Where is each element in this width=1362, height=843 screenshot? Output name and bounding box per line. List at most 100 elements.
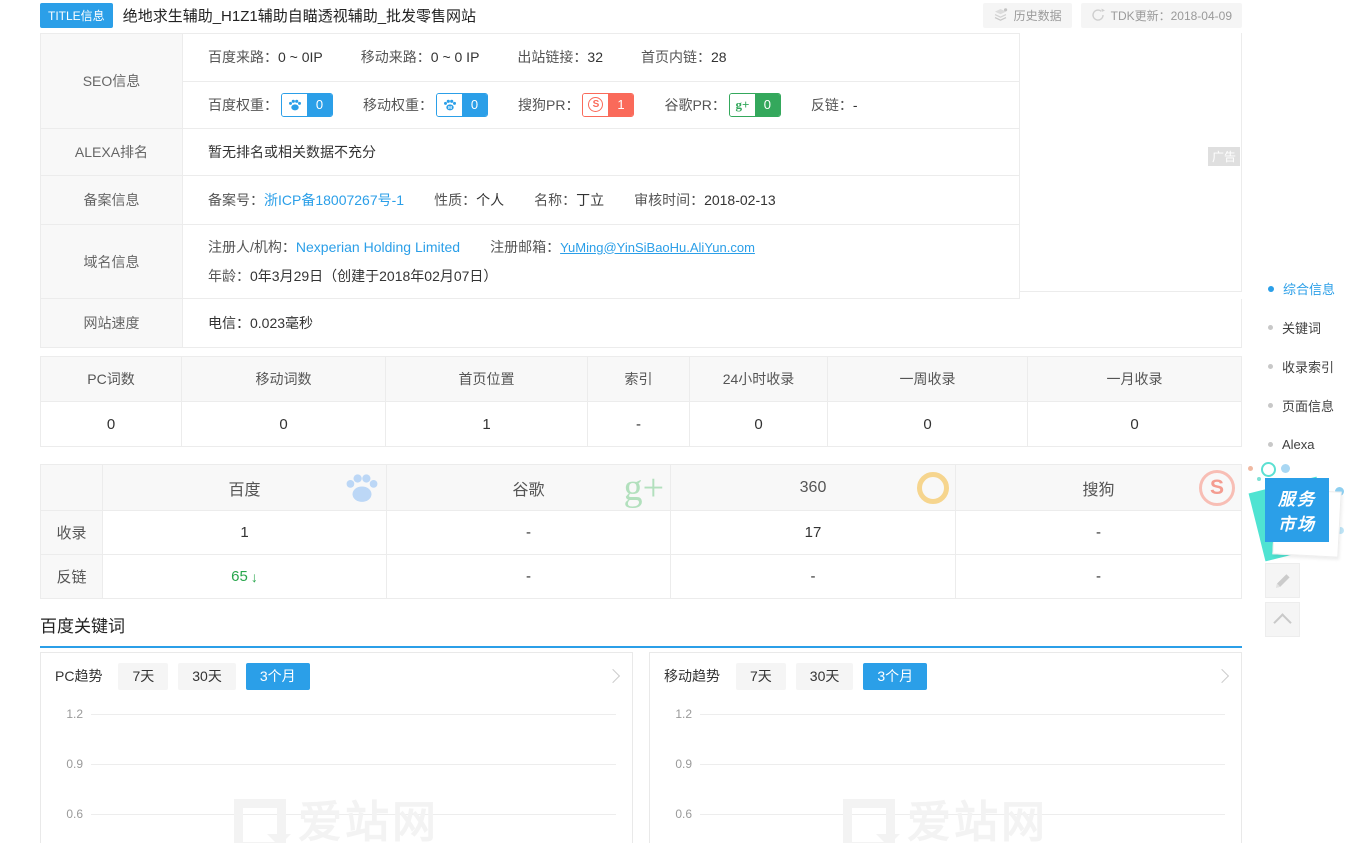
seo-info-row: SEO信息 百度来路： 0 ~ 0 IP 移动来路： 0 ~ 0 IP <box>41 34 1019 129</box>
baidu-traffic: 百度来路： 0 ~ 0 IP <box>208 47 323 67</box>
dot-icon <box>1268 442 1273 447</box>
site-speed-content: 电信：0.023毫秒 <box>183 299 1241 347</box>
ad-slot: 广告 <box>1020 33 1242 292</box>
title-bar: TITLE信息 绝地求生辅助_H1Z1辅助自瞄透视辅助_批发零售网站 历史数据 <box>40 2 1242 28</box>
tdk-update-label: TDK更新：2018-04-09 <box>1111 7 1232 24</box>
service-market-badge[interactable]: 服务 市场 <box>1256 472 1352 568</box>
stats-value-cell: 0 <box>690 402 828 446</box>
google-pr: 谷歌PR： g+ 0 <box>664 93 780 117</box>
pc-trend-label: PC趋势 <box>55 666 102 686</box>
watermark: 爱站网 <box>650 793 1241 843</box>
chevron-right-icon[interactable] <box>1215 669 1229 683</box>
tdk-update-button[interactable]: TDK更新：2018-04-09 <box>1081 3 1242 28</box>
alexa-text: 暂无排名或相关数据不充分 <box>208 142 376 162</box>
shoulu-baidu[interactable]: 1 <box>103 511 387 555</box>
sogou-pr-badge[interactable]: S 1 <box>582 93 634 117</box>
nav-item-index[interactable]: 收录索引 <box>1268 356 1335 377</box>
shoulu-sogou: - <box>956 511 1241 555</box>
stats-header-cell: PC词数 <box>41 357 182 402</box>
baidu-paw-icon <box>282 94 307 116</box>
y-tick: 0.9 <box>51 757 83 771</box>
engines-corner-cell <box>41 465 103 511</box>
baidu-weight-badge[interactable]: 0 <box>281 93 333 117</box>
feedback-button[interactable] <box>1265 563 1300 598</box>
pc-tab-7d[interactable]: 7天 <box>118 663 168 690</box>
pc-tab-30d[interactable]: 30天 <box>178 663 236 690</box>
alexa-content: 暂无排名或相关数据不充分 <box>183 129 1019 175</box>
registrant-email-link[interactable]: YuMing@YinSiBaoHu.AliYun.com <box>560 240 755 255</box>
domain-label: 域名信息 <box>41 225 183 298</box>
mobile-trend-chart: 1.2 0.9 0.6 0.3 爱站网 <box>650 699 1241 843</box>
homepage-inlinks: 首页内链： 28 <box>641 47 727 67</box>
y-tick: 0.9 <box>660 757 692 771</box>
site-info-table: SEO信息 百度来路： 0 ~ 0 IP 移动来路： 0 ~ 0 IP <box>40 33 1242 348</box>
mobile-trend-head: 移动趋势 7天 30天 3个月 <box>650 653 1241 699</box>
nav-item-keywords[interactable]: 关键词 <box>1268 317 1335 338</box>
mobile-trend-label: 移动趋势 <box>664 666 720 686</box>
alexa-label: ALEXA排名 <box>41 129 183 175</box>
icp-nature: 性质： 个人 <box>434 190 504 210</box>
icp-name: 名称： 丁立 <box>534 190 604 210</box>
main-column: TITLE信息 绝地求生辅助_H1Z1辅助自瞄透视辅助_批发零售网站 历史数据 <box>40 0 1242 843</box>
history-data-label: 历史数据 <box>1014 7 1062 24</box>
gridline <box>91 714 616 715</box>
google-plus-icon: g+ <box>730 94 755 116</box>
icp-review-time: 审核时间： 2018-02-13 <box>634 190 776 210</box>
icp-content: 备案号： 浙ICP备18007267号-1 性质： 个人 名称： 丁立 审核 <box>183 176 1019 224</box>
y-tick: 1.2 <box>51 707 83 721</box>
mobile-tab-30d[interactable]: 30天 <box>796 663 854 690</box>
engine-header-sogou: 搜狗 S <box>956 465 1241 511</box>
icp-number-link[interactable]: 浙ICP备18007267号-1 <box>264 190 404 210</box>
page-title: 绝地求生辅助_H1Z1辅助自瞄透视辅助_批发零售网站 <box>123 5 476 26</box>
icp-number: 备案号： 浙ICP备18007267号-1 <box>208 190 404 210</box>
backlinks: 反链： - <box>811 95 858 115</box>
nav-item-alexa[interactable]: Alexa <box>1268 434 1335 455</box>
stats-header-cell: 一周收录 <box>828 357 1028 402</box>
registrant: 注册人/机构： Nexperian Holding Limited <box>208 237 460 257</box>
registrant-link[interactable]: Nexperian Holding Limited <box>296 239 460 255</box>
google-pr-badge[interactable]: g+ 0 <box>729 93 781 117</box>
domain-content: 注册人/机构： Nexperian Holding Limited 注册邮箱： … <box>183 225 1019 298</box>
site-speed-text: 电信：0.023毫秒 <box>208 313 313 333</box>
watermark: 爱站网 <box>41 793 632 843</box>
y-tick: 1.2 <box>660 707 692 721</box>
mobile-weight-badge[interactable]: M 0 <box>436 93 488 117</box>
history-data-button[interactable]: 历史数据 <box>983 3 1072 28</box>
pc-trend-head: PC趋势 7天 30天 3个月 <box>41 653 632 699</box>
deco-dot <box>1248 466 1253 471</box>
mobile-tab-3m[interactable]: 3个月 <box>863 663 927 690</box>
domain-age: 年龄： 0年3月29日（创建于2018年02月07日） <box>208 266 497 286</box>
nav-item-pageinfo[interactable]: 页面信息 <box>1268 395 1335 416</box>
qihoo360-icon-large <box>917 472 949 504</box>
mobile-tab-7d[interactable]: 7天 <box>736 663 786 690</box>
down-arrow-icon: ↓ <box>251 569 258 585</box>
title-bar-actions: 历史数据 TDK更新：2018-04-09 <box>983 3 1242 28</box>
shoulu-360[interactable]: 17 <box>671 511 956 555</box>
nav-item-overview[interactable]: 综合信息 <box>1268 278 1335 299</box>
stats-value-cell: 0 <box>182 402 386 446</box>
refresh-icon <box>1091 8 1105 22</box>
trend-panels: PC趋势 7天 30天 3个月 1.2 0.9 0.6 0.3 <box>40 652 1242 843</box>
stats-header-cell: 索引 <box>588 357 690 402</box>
seo-weight-line: 百度权重： 0 <box>183 82 1019 129</box>
seo-info-content: 百度来路： 0 ~ 0 IP 移动来路： 0 ~ 0 IP 出站链接： 32 <box>183 34 1019 128</box>
gridline <box>91 764 616 765</box>
ad-tag: 广告 <box>1208 147 1240 166</box>
layers-icon <box>993 8 1008 23</box>
fanlian-baidu[interactable]: 65 ↓ <box>103 555 387 598</box>
seo-info-label: SEO信息 <box>41 34 183 128</box>
engine-header-google: 谷歌 g+ <box>387 465 671 511</box>
stats-header-cell: 移动词数 <box>182 357 386 402</box>
stats-header-cell: 首页位置 <box>386 357 588 402</box>
gridline <box>700 714 1225 715</box>
sogou-pr: 搜狗PR： S 1 <box>518 93 634 117</box>
chevron-right-icon[interactable] <box>606 669 620 683</box>
dot-icon <box>1268 364 1273 369</box>
back-to-top-button[interactable] <box>1265 602 1300 637</box>
engine-header-360: 360 <box>671 465 956 511</box>
pc-tab-3m[interactable]: 3个月 <box>246 663 310 690</box>
outbound-links: 出站链接： 32 <box>517 47 603 67</box>
fanlian-360: - <box>671 555 956 598</box>
site-speed-row: 网站速度 电信：0.023毫秒 <box>40 299 1242 348</box>
svg-text:M: M <box>448 105 452 110</box>
